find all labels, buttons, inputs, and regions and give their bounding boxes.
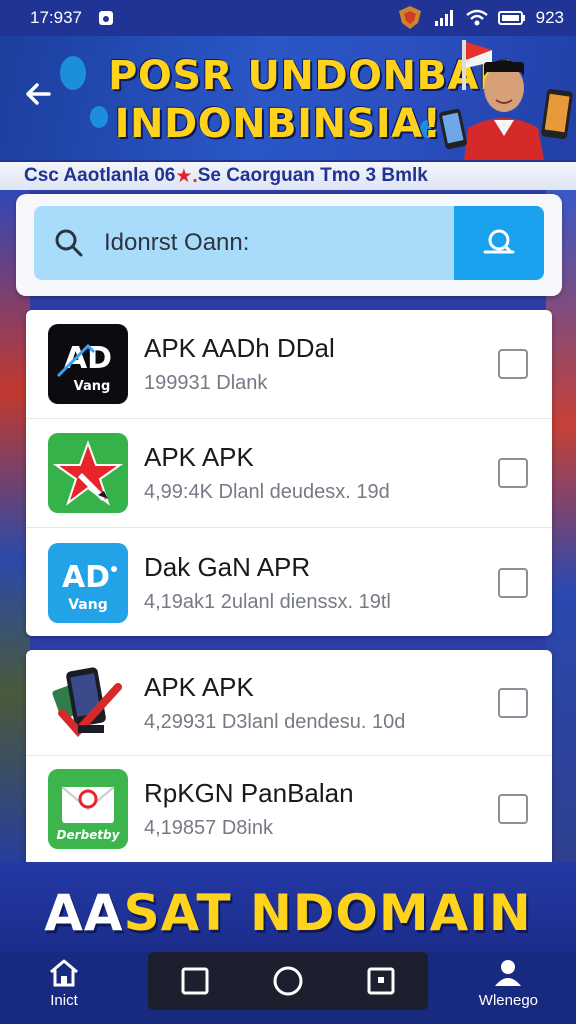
envelope-green-icon: Derbetby [48, 769, 128, 849]
list-item[interactable]: APK APK 4,29931 D3lanl dendesu. 10d [26, 650, 552, 756]
list-item[interactable]: Derbetby RpKGN PanBalan 4,19857 D8ink [26, 756, 552, 862]
app-name: APK APK [144, 442, 254, 472]
emblem-icon [396, 5, 424, 31]
search-icon [483, 229, 515, 254]
home-icon [50, 959, 78, 987]
phone-check-icon [48, 662, 128, 743]
profile-icon [495, 960, 522, 986]
icon-text: Derbetby [57, 828, 121, 842]
ad-vang-blue-icon: AD Vang [48, 542, 128, 623]
presenter-image [439, 40, 573, 160]
home-system-button[interactable] [268, 961, 308, 1001]
icon-text: Vang [68, 597, 108, 613]
banner-title-line1: POSR UNDONBAN [108, 53, 513, 99]
arrow-left-icon [26, 83, 51, 105]
banner-title: POSR UNDONBAN INDONBINSIA! [108, 52, 513, 148]
ticker-text-post: Se Caorguan Tmo 3 Bmlk [197, 165, 428, 186]
system-nav-bar [148, 952, 428, 1010]
app-list-card: APK APK 4,29931 D3lanl dendesu. 10d Derb… [26, 650, 552, 862]
circle-icon [273, 966, 303, 996]
search-card [16, 194, 562, 296]
select-checkbox[interactable] [498, 458, 528, 488]
icon-text: Vang [74, 379, 111, 394]
overview-button[interactable] [361, 961, 401, 1001]
status-bar: 17:937 923 [0, 0, 576, 36]
red-star-green-icon [48, 433, 128, 513]
bottom-banner-text-part1: AA [44, 884, 124, 942]
ad-vang-black-icon: AD Vang [48, 324, 128, 404]
app-list-card: AD Vang APK AADh DDal 199931 Dlank APK A… [26, 310, 552, 636]
ticker-text-pre: Csc Aaotlanla 06 [24, 165, 176, 186]
app-meta: 199931 Dlank [144, 372, 268, 394]
back-button[interactable] [18, 74, 58, 114]
nav-home[interactable]: Inict [48, 958, 80, 1009]
select-checkbox[interactable] [498, 567, 528, 598]
battery-icon [497, 10, 526, 26]
status-time: 17:937 [30, 8, 82, 27]
app-name: RpKGN PanBalan [144, 778, 354, 808]
app-meta: 4,29931 D3lanl dendesu. 10d [144, 710, 406, 733]
search-box [34, 206, 544, 280]
search-input[interactable] [104, 206, 454, 280]
select-checkbox[interactable] [498, 687, 528, 718]
search-icon [55, 229, 83, 257]
app-meta: 4,99:4K Dlanl deudesx. 19d [144, 481, 390, 503]
recents-button[interactable] [175, 961, 215, 1001]
app-name: APK APK [144, 671, 254, 702]
icon-text: AD [62, 560, 110, 595]
ticker-star-mark: ★. [175, 165, 198, 187]
app-name: APK AADh DDal [144, 333, 335, 363]
splash-decoration [60, 56, 86, 90]
signal-icon [434, 9, 456, 27]
list-item[interactable]: AD Vang APK AADh DDal 199931 Dlank [26, 310, 552, 419]
ticker-bar: Csc Aaotlanla 06 ★. Se Caorguan Tmo 3 Bml… [0, 160, 576, 190]
nav-profile-label: Wlenego [478, 992, 538, 1009]
nav-profile[interactable]: Wlenego [479, 958, 538, 1009]
app-meta: 4,19857 D8ink [144, 817, 273, 839]
square-icon [181, 967, 209, 995]
app-name: Dak GaN APR [144, 551, 311, 582]
bottom-banner-text-part2: SAT NDOMAIN [123, 884, 532, 942]
select-checkbox[interactable] [498, 794, 528, 824]
app-meta: 4,19ak1 2ulanl dienssx. 19tl [144, 590, 391, 613]
bottom-banner-text: AASAT NDOMAIN [0, 884, 576, 942]
nav-home-label: Inict [50, 992, 78, 1009]
bottom-banner: AASAT NDOMAIN [0, 862, 576, 952]
square-dot-icon [367, 967, 395, 995]
splash-decoration [90, 106, 108, 128]
search-button[interactable] [454, 206, 544, 280]
battery-level: 923 [535, 8, 564, 27]
select-checkbox[interactable] [498, 349, 528, 379]
notification-icon [98, 10, 114, 26]
header-banner: POSR UNDONBAN INDONBINSIA! [0, 36, 576, 160]
banner-title-line2: INDONBINSIA! [114, 101, 442, 147]
list-item[interactable]: APK APK 4,99:4K Dlanl deudesx. 19d [26, 419, 552, 528]
list-item[interactable]: AD Vang Dak GaN APR 4,19ak1 2ulanl diens… [26, 528, 552, 637]
wifi-icon [465, 9, 488, 27]
